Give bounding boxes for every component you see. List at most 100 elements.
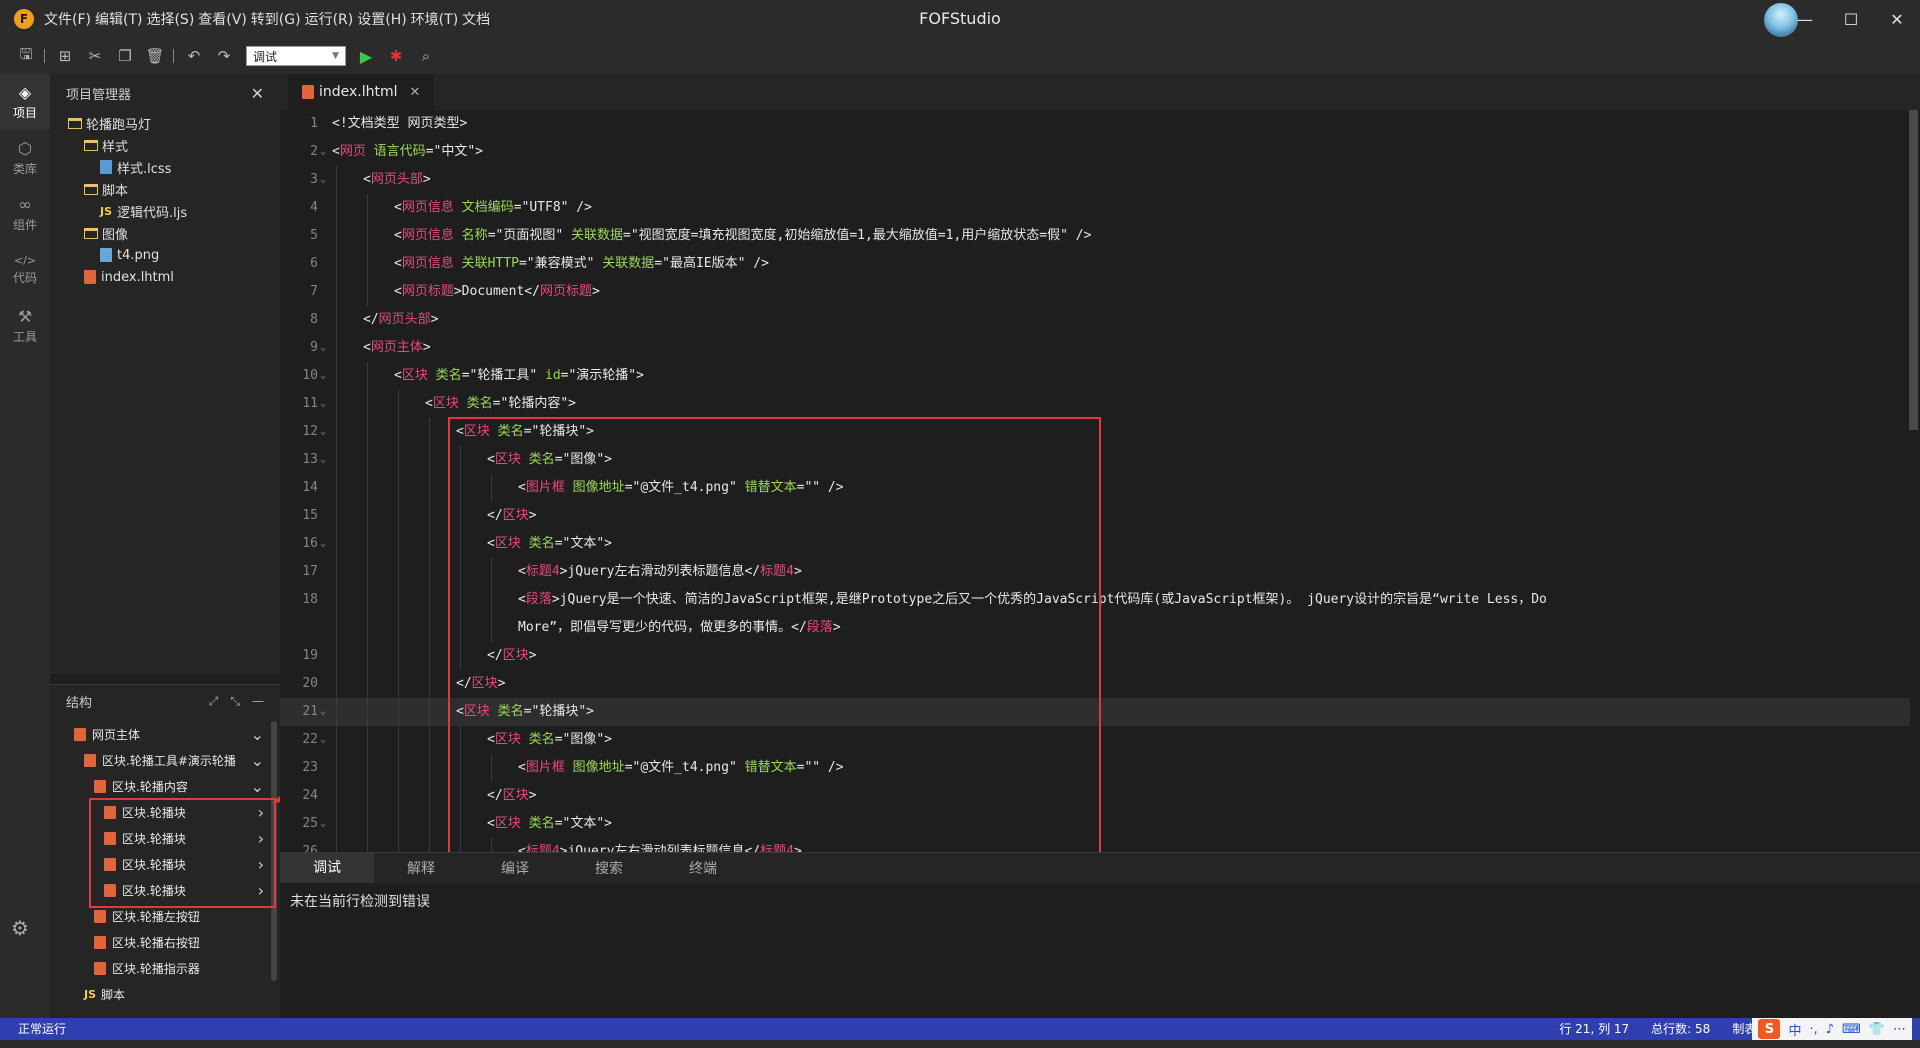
- code-line[interactable]: 24 </区块>: [280, 782, 1910, 810]
- file-tree-item[interactable]: 脚本: [50, 178, 280, 200]
- code-line[interactable]: 4 <网页信息 文档编码="UTF8" />: [280, 194, 1910, 222]
- save-icon[interactable]: 🖫: [14, 44, 38, 68]
- ime-chinese-mode[interactable]: 中: [1788, 1020, 1801, 1039]
- fold-chevron-icon[interactable]: ⌄: [320, 530, 326, 558]
- panel-tab[interactable]: 搜索: [562, 858, 656, 878]
- ime-toolbar[interactable]: S 中 ·, ♪ ⌨ 👕 ⋯: [1752, 1018, 1912, 1040]
- code-line[interactable]: 26 <标题4>jQuery左右滑动列表标题信息</标题4>: [280, 838, 1910, 852]
- copy-icon[interactable]: ❐: [113, 44, 137, 68]
- file-tree-item[interactable]: t4.png: [50, 244, 280, 266]
- code-line[interactable]: 7 <网页标题>Document</网页标题>: [280, 278, 1910, 306]
- delete-icon[interactable]: 🗑: [143, 44, 167, 68]
- ime-punctuation-icon[interactable]: ·,: [1809, 1022, 1817, 1037]
- panel-tab[interactable]: 调试: [280, 853, 374, 883]
- cut-icon[interactable]: ✂: [83, 44, 107, 68]
- code-line[interactable]: 18 <段落>jQuery是一个快速、简洁的JavaScript框架,是继Prot…: [280, 586, 1910, 614]
- code-line[interactable]: 15 </区块>: [280, 502, 1910, 530]
- menu-item[interactable]: 选择(S): [146, 9, 194, 29]
- panel-tab[interactable]: 编译: [468, 858, 562, 878]
- code-line[interactable]: 21 ⌄ <区块 类名="轮播块">: [280, 698, 1910, 726]
- code-editor[interactable]: 1 <!文档类型 网页类型> 2 ⌄ <网页 语言代码="中文"> 3 ⌄ <网页头部> 4 <网…: [280, 110, 1920, 852]
- tab-index-lhtml[interactable]: index.lhtml ✕: [288, 74, 435, 110]
- code-line[interactable]: 13 ⌄ <区块 类名="图像">: [280, 446, 1910, 474]
- fold-chevron-icon[interactable]: ⌄: [320, 446, 326, 474]
- fold-chevron-icon[interactable]: ⌄: [320, 138, 326, 166]
- ime-microphone-icon[interactable]: ♪: [1826, 1022, 1834, 1037]
- code-line[interactable]: 1 <!文档类型 网页类型>: [280, 110, 1910, 138]
- code-line[interactable]: 17 <标题4>jQuery左右滑动列表标题信息</标题4>: [280, 558, 1910, 586]
- file-tree-item[interactable]: 样式.lcss: [50, 156, 280, 178]
- code-line[interactable]: 3 ⌄ <网页头部>: [280, 166, 1910, 194]
- close-icon[interactable]: ✕: [410, 85, 421, 100]
- code-line[interactable]: 14 <图片框 图像地址="@文件_t4.png" 错替文本="" />: [280, 474, 1910, 502]
- code-line[interactable]: 25 ⌄ <区块 类名="文本">: [280, 810, 1910, 838]
- search-files-icon[interactable]: ⌕: [414, 44, 438, 68]
- fold-chevron-icon[interactable]: ⌄: [320, 698, 326, 726]
- chevron-down-icon[interactable]: ⌄: [251, 725, 264, 744]
- code-line[interactable]: 19 </区块>: [280, 642, 1910, 670]
- ime-more-icon[interactable]: ⋯: [1893, 1022, 1906, 1037]
- ime-keyboard-icon[interactable]: ⌨: [1842, 1022, 1861, 1037]
- minimize-button[interactable]: —: [1782, 0, 1828, 38]
- menu-item[interactable]: 转到(G): [251, 9, 301, 29]
- file-tree-item[interactable]: 轮播跑马灯: [50, 112, 280, 134]
- fold-chevron-icon[interactable]: ⌄: [320, 362, 326, 390]
- file-tree-item[interactable]: JS 逻辑代码.ljs: [50, 200, 280, 222]
- code-line[interactable]: 2 ⌄ <网页 语言代码="中文">: [280, 138, 1910, 166]
- undo-icon[interactable]: ↶: [182, 44, 206, 68]
- code-line[interactable]: 23 <图片框 图像地址="@文件_t4.png" 错替文本="" />: [280, 754, 1910, 782]
- cursor-position[interactable]: 行 21, 列 17: [1559, 1018, 1629, 1040]
- menu-item[interactable]: 编辑(T): [95, 9, 142, 29]
- code-line[interactable]: 22 ⌄ <区块 类名="图像">: [280, 726, 1910, 754]
- menu-item[interactable]: 设置(H): [357, 9, 406, 29]
- fold-chevron-icon[interactable]: ⌄: [320, 726, 326, 754]
- chevron-down-icon[interactable]: ⌄: [251, 777, 264, 796]
- expand-icon[interactable]: ⤢: [209, 694, 219, 709]
- structure-item[interactable]: 区块.轮播指示器: [50, 955, 264, 981]
- file-tree-item[interactable]: 图像: [50, 222, 280, 244]
- chevron-down-icon[interactable]: ⌄: [251, 751, 264, 770]
- menu-item[interactable]: 运行(R): [305, 9, 354, 29]
- file-tree-item[interactable]: 样式: [50, 134, 280, 156]
- fold-chevron-icon[interactable]: ⌄: [320, 166, 326, 194]
- file-tree-item[interactable]: index.lhtml: [50, 266, 280, 288]
- activity-item[interactable]: ⬡ 类库: [0, 130, 50, 186]
- ime-skin-icon[interactable]: 👕: [1869, 1022, 1885, 1037]
- debug-bug-icon[interactable]: ✱: [384, 44, 408, 68]
- fold-chevron-icon[interactable]: ⌄: [320, 810, 326, 838]
- code-line[interactable]: 9 ⌄ <网页主体>: [280, 334, 1910, 362]
- minimize-panel-icon[interactable]: —: [252, 694, 264, 709]
- activity-item[interactable]: ∞ 组件: [0, 186, 50, 242]
- fold-chevron-icon[interactable]: ⌄: [320, 418, 326, 446]
- code-line[interactable]: 20 </区块>: [280, 670, 1910, 698]
- redo-icon[interactable]: ↷: [212, 44, 236, 68]
- menu-item[interactable]: 查看(V): [198, 9, 247, 29]
- mode-select[interactable]: 调试 ▼: [246, 46, 346, 66]
- maximize-button[interactable]: ☐: [1828, 0, 1874, 38]
- menu-item[interactable]: 环境(T): [411, 9, 458, 29]
- panel-tab[interactable]: 解释: [374, 858, 468, 878]
- close-icon[interactable]: ✕: [251, 84, 264, 103]
- structure-item[interactable]: 区块.轮播内容 ⌄: [50, 773, 264, 799]
- panel-tab[interactable]: 终端: [656, 858, 750, 878]
- new-file-icon[interactable]: ⊞: [53, 44, 77, 68]
- menu-item[interactable]: 文档: [462, 9, 490, 29]
- fold-chevron-icon[interactable]: ⌄: [320, 334, 326, 362]
- code-line[interactable]: More”，即倡导写更少的代码，做更多的事情。</段落>: [280, 614, 1910, 642]
- structure-item[interactable]: JS 脚本: [50, 981, 264, 1007]
- editor-scrollbar[interactable]: [1909, 110, 1918, 430]
- code-line[interactable]: 10 ⌄ <区块 类名="轮播工具" id="演示轮播">: [280, 362, 1910, 390]
- code-line[interactable]: 6 <网页信息 关联HTTP="兼容模式" 关联数据="最高IE版本" />: [280, 250, 1910, 278]
- structure-item[interactable]: 网页主体 ⌄: [50, 721, 264, 747]
- collapse-icon[interactable]: ⤡: [230, 694, 240, 709]
- code-line[interactable]: 8 </网页头部>: [280, 306, 1910, 334]
- structure-item[interactable]: 区块.轮播右按钮: [50, 929, 264, 955]
- run-icon[interactable]: ▶: [354, 44, 378, 68]
- code-line[interactable]: 16 ⌄ <区块 类名="文本">: [280, 530, 1910, 558]
- gear-icon[interactable]: ⚙: [11, 916, 29, 940]
- activity-item[interactable]: ◈ 项目: [0, 74, 50, 130]
- fold-chevron-icon[interactable]: ⌄: [320, 390, 326, 418]
- close-button[interactable]: ✕: [1874, 0, 1920, 38]
- structure-item[interactable]: 区块.轮播工具#演示轮播 ⌄: [50, 747, 264, 773]
- menu-item[interactable]: 文件(F): [44, 9, 91, 29]
